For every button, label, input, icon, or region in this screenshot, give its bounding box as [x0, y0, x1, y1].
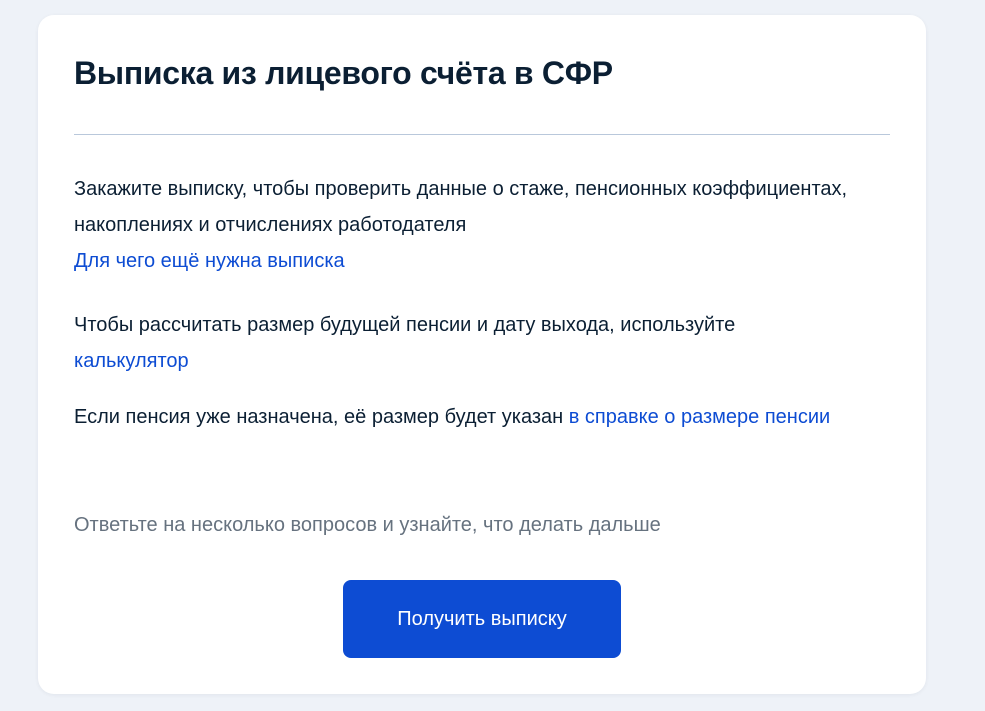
calculator-text: Чтобы рассчитать размер будущей пенсии и… — [74, 314, 736, 336]
pension-certificate-paragraph: Если пенсия уже назначена, её размер буд… — [74, 399, 894, 435]
pension-certificate-text: Если пенсия уже назначена, её размер буд… — [74, 406, 569, 428]
calculator-paragraph: Чтобы рассчитать размер будущей пенсии и… — [74, 307, 894, 379]
why-statement-link[interactable]: Для чего ещё нужна выписка — [74, 250, 345, 272]
calculator-link[interactable]: калькулятор — [74, 350, 189, 372]
title-divider — [74, 134, 890, 135]
questions-hint: Ответьте на несколько вопросов и узнайте… — [74, 514, 661, 536]
get-statement-button[interactable]: Получить выписку — [343, 580, 621, 658]
intro-paragraph: Закажите выписку, чтобы проверить данные… — [74, 171, 894, 279]
page-title: Выписка из лицевого счёта в СФР — [74, 55, 613, 91]
intro-text: Закажите выписку, чтобы проверить данные… — [74, 178, 848, 236]
service-card: Выписка из лицевого счёта в СФР Закажите… — [38, 15, 926, 694]
pension-certificate-link[interactable]: в справке о размере пенсии — [569, 406, 830, 428]
